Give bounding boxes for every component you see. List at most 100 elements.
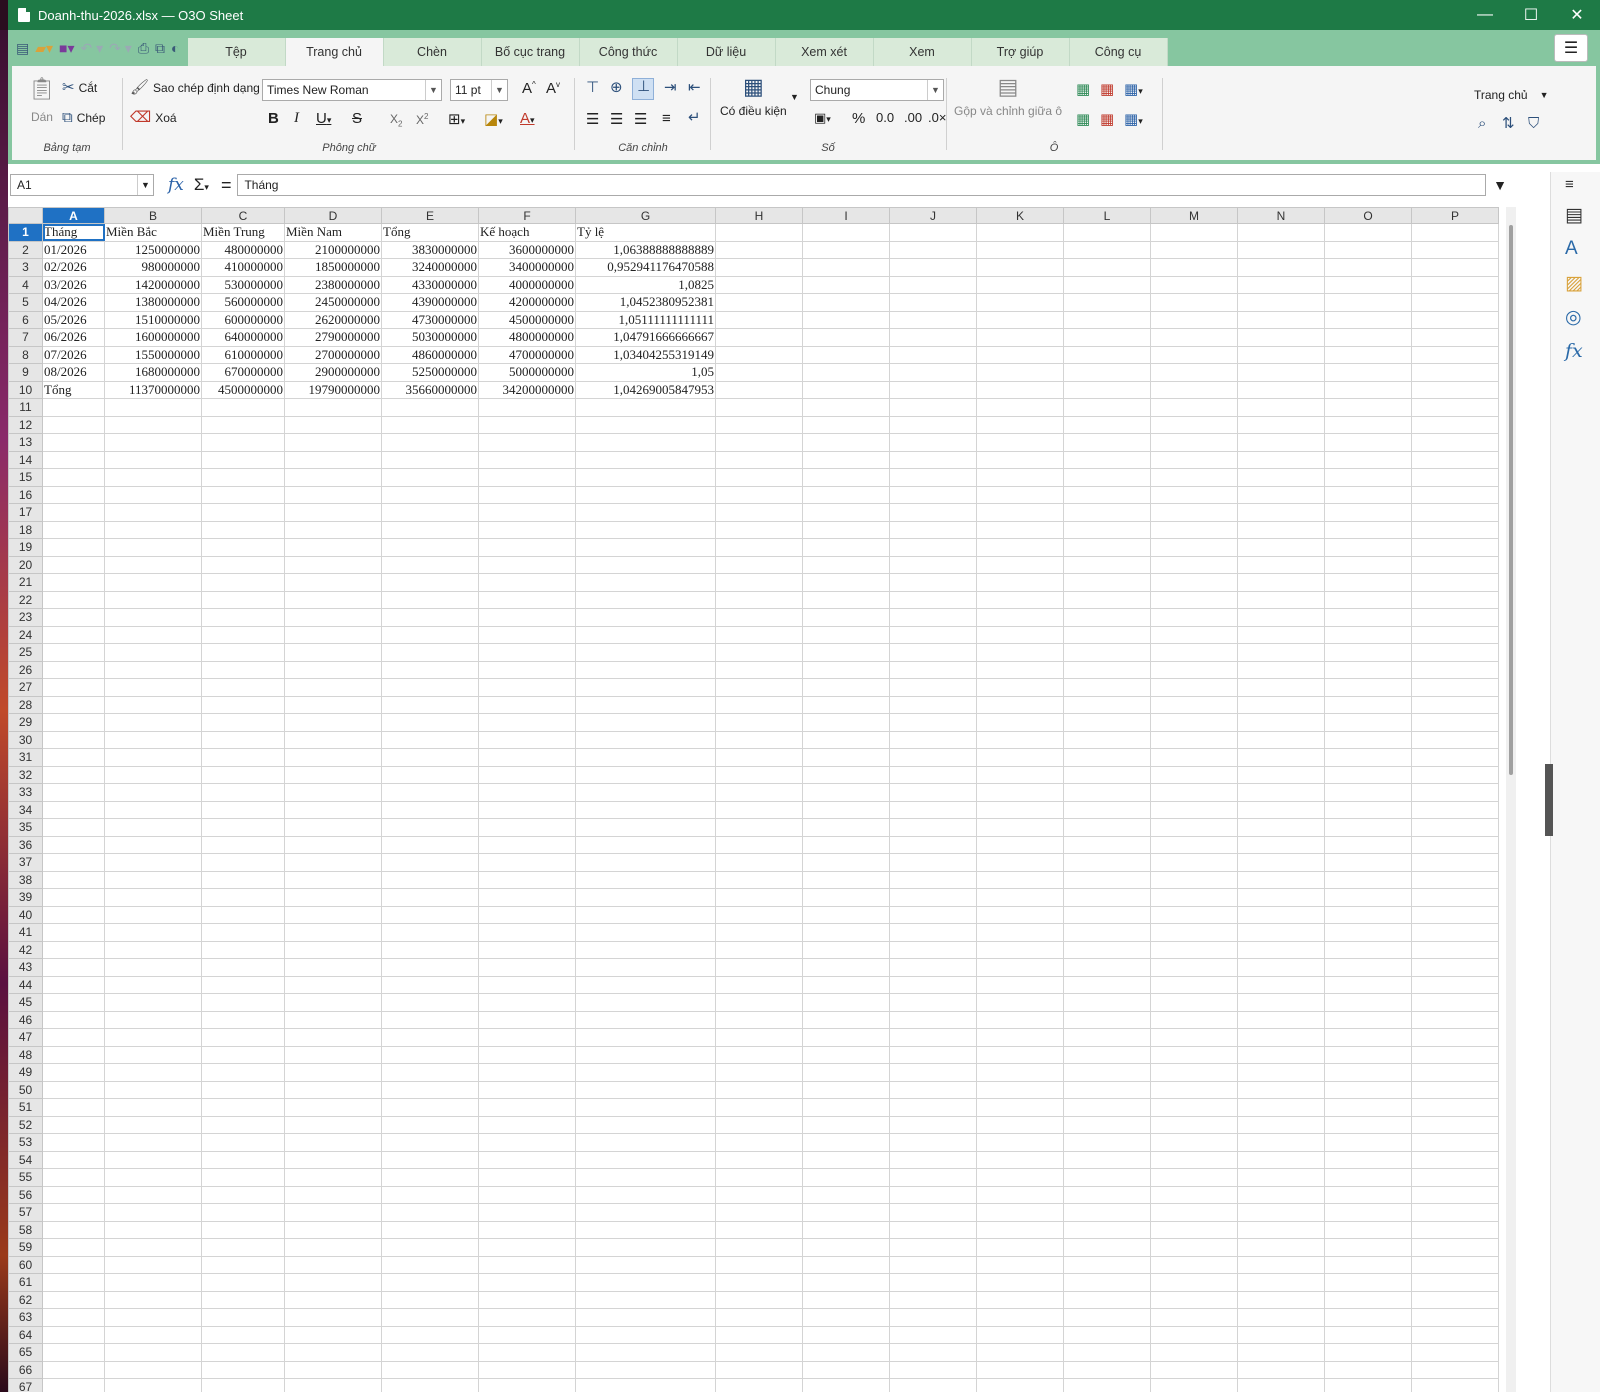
cell[interactable]	[889, 888, 977, 907]
cell[interactable]	[1237, 381, 1325, 399]
cell[interactable]	[976, 503, 1064, 522]
cell[interactable]	[575, 1133, 716, 1152]
cell[interactable]	[976, 1378, 1064, 1392]
cell[interactable]	[1237, 853, 1325, 872]
cell[interactable]	[381, 661, 479, 679]
cell[interactable]	[42, 1291, 105, 1309]
cell[interactable]	[478, 1203, 576, 1222]
cell[interactable]	[104, 941, 202, 959]
cell[interactable]	[802, 486, 890, 504]
redo-icon[interactable]: ↷ ▾	[109, 40, 132, 57]
cell[interactable]	[976, 993, 1064, 1012]
clear-format-button[interactable]: ⌫ Xoá	[130, 110, 177, 125]
cell[interactable]	[284, 1291, 382, 1309]
cell[interactable]	[1063, 748, 1151, 767]
cell[interactable]	[104, 643, 202, 662]
cell[interactable]	[889, 1133, 977, 1152]
cell[interactable]	[42, 748, 105, 767]
cell[interactable]	[1150, 696, 1238, 714]
cell[interactable]	[381, 573, 479, 592]
formula-input[interactable]: Tháng	[237, 174, 1486, 196]
cell[interactable]: 08/2026	[42, 363, 105, 382]
cell[interactable]	[802, 1291, 890, 1309]
cell[interactable]	[802, 713, 890, 732]
cell[interactable]	[1150, 1151, 1238, 1169]
cell[interactable]	[1237, 538, 1325, 557]
cell[interactable]	[1324, 1028, 1412, 1047]
row-header[interactable]: 49	[8, 1063, 43, 1082]
cell[interactable]	[802, 853, 890, 872]
cell[interactable]	[104, 993, 202, 1012]
cell[interactable]	[478, 416, 576, 434]
cell[interactable]	[575, 591, 716, 609]
cell[interactable]	[1150, 416, 1238, 434]
column-header-e[interactable]: E	[381, 207, 479, 224]
cell[interactable]	[1063, 1203, 1151, 1222]
cell[interactable]	[802, 818, 890, 837]
cell[interactable]	[976, 731, 1064, 749]
cell[interactable]	[715, 1168, 803, 1187]
cell[interactable]	[1411, 923, 1499, 942]
cell[interactable]	[715, 801, 803, 819]
cell[interactable]	[1411, 1151, 1499, 1169]
cell[interactable]	[1063, 1011, 1151, 1029]
thousands-separator-icon[interactable]: 0.0	[876, 110, 894, 125]
cell[interactable]	[715, 871, 803, 889]
cell[interactable]: Miền Trung	[201, 223, 285, 242]
cell[interactable]: 05/2026	[42, 311, 105, 329]
cell[interactable]	[1324, 538, 1412, 557]
cell[interactable]	[715, 328, 803, 347]
row-header[interactable]: 54	[8, 1150, 43, 1169]
cell[interactable]	[802, 1151, 890, 1169]
cell[interactable]: 1,04791666666667	[575, 328, 716, 347]
cell[interactable]	[1063, 398, 1151, 417]
borders-icon[interactable]: ⊞▾	[448, 110, 465, 128]
column-header-b[interactable]: B	[104, 207, 202, 224]
cell[interactable]	[889, 1063, 977, 1082]
cell[interactable]	[715, 398, 803, 417]
cell[interactable]	[1063, 696, 1151, 714]
cell[interactable]	[104, 1063, 202, 1082]
cell[interactable]	[1150, 573, 1238, 592]
cell[interactable]	[1411, 643, 1499, 662]
cell[interactable]	[802, 783, 890, 802]
row-header[interactable]: 34	[8, 800, 43, 819]
delete-rows-icon[interactable]: ▦	[1100, 110, 1114, 128]
cell[interactable]	[1411, 1011, 1499, 1029]
cell[interactable]	[802, 416, 890, 434]
cell[interactable]	[715, 363, 803, 382]
cell[interactable]	[478, 468, 576, 487]
cell[interactable]: 2790000000	[284, 328, 382, 347]
cell[interactable]	[478, 661, 576, 679]
tab-3[interactable]: Bố cục trang	[481, 38, 580, 66]
cell[interactable]	[1324, 328, 1412, 347]
cell[interactable]	[1150, 1011, 1238, 1029]
cell[interactable]	[1063, 941, 1151, 959]
row-header[interactable]: 55	[8, 1168, 43, 1187]
cell[interactable]	[802, 923, 890, 942]
cell[interactable]	[575, 853, 716, 872]
cell[interactable]	[715, 416, 803, 434]
cell[interactable]	[976, 661, 1064, 679]
cell[interactable]	[889, 1168, 977, 1187]
cell[interactable]	[1150, 766, 1238, 784]
cell[interactable]	[802, 1273, 890, 1292]
cell[interactable]	[1063, 923, 1151, 942]
cell[interactable]	[478, 1011, 576, 1029]
cell[interactable]	[1150, 941, 1238, 959]
cell[interactable]	[889, 958, 977, 977]
cell[interactable]	[42, 696, 105, 714]
cell[interactable]: 3830000000	[381, 241, 479, 259]
cell[interactable]	[201, 1186, 285, 1204]
cell[interactable]	[1063, 1326, 1151, 1344]
cell[interactable]	[42, 836, 105, 854]
cell[interactable]	[976, 801, 1064, 819]
cell[interactable]	[1324, 1081, 1412, 1099]
cell[interactable]	[284, 1221, 382, 1239]
cell[interactable]	[1411, 433, 1499, 452]
row-header[interactable]: 12	[8, 415, 43, 434]
cell[interactable]: Kế hoạch	[478, 223, 576, 242]
cell[interactable]	[42, 1116, 105, 1134]
cell[interactable]	[802, 1221, 890, 1239]
cell[interactable]	[1324, 486, 1412, 504]
